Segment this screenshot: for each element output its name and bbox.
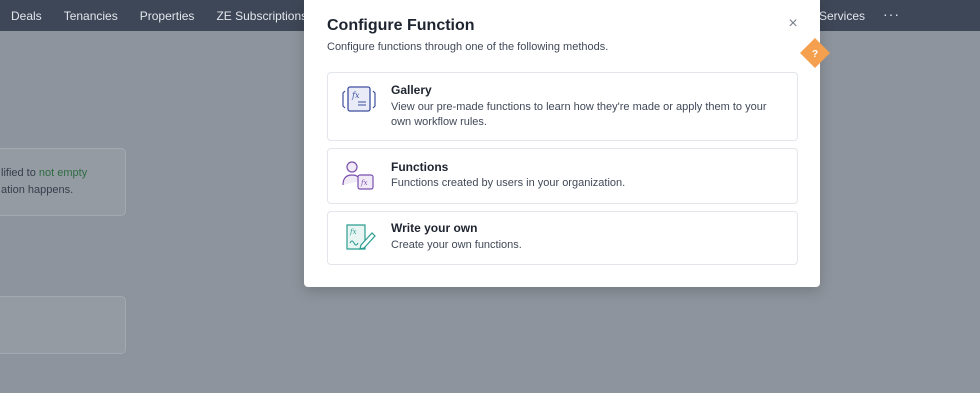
nav-right-group: Services ···	[819, 0, 900, 31]
close-icon[interactable]: ×	[787, 16, 799, 32]
nav-item-ze-subscriptions[interactable]: ZE Subscriptions	[216, 9, 307, 23]
help-label: ?	[812, 49, 818, 60]
configure-function-dialog: Configure Function Configure functions t…	[304, 0, 830, 287]
background-criteria-line1: lified to not empty	[1, 167, 87, 179]
option-write-your-own-title: Write your own	[391, 221, 478, 235]
nav-item-tenancies[interactable]: Tenancies	[64, 9, 118, 23]
background-criteria-line2: ation happens.	[1, 184, 74, 196]
write-function-icon: fx	[346, 224, 376, 250]
svg-text:fx: fx	[351, 91, 360, 100]
option-gallery-title: Gallery	[391, 83, 432, 97]
nav-item-properties[interactable]: Properties	[140, 9, 195, 23]
option-gallery[interactable]: fx Gallery View our pre-made functions t…	[327, 72, 798, 141]
gallery-function-icon: fx	[342, 86, 376, 112]
dialog-title: Configure Function	[327, 17, 475, 34]
more-menu-icon[interactable]: ···	[883, 7, 900, 21]
svg-text:fx: fx	[360, 179, 368, 187]
help-icon[interactable]: ?	[800, 38, 830, 68]
background-criteria-card: lified to not empty ation happens.	[0, 148, 126, 216]
dialog-subtitle: Configure functions through one of the f…	[327, 41, 609, 53]
background-criteria-highlight: not empty	[38, 167, 88, 179]
svg-text:fx: fx	[349, 228, 357, 236]
option-write-your-own-description: Create your own functions.	[391, 239, 522, 251]
option-functions[interactable]: fx Functions Functions created by users …	[327, 148, 798, 204]
option-functions-description: Functions created by users in your organ…	[391, 177, 626, 189]
option-gallery-description: View our pre-made functions to learn how…	[391, 101, 767, 128]
user-function-icon: fx	[342, 161, 374, 190]
option-write-your-own[interactable]: fx Write your own Create your own functi…	[327, 211, 798, 265]
option-functions-title: Functions	[391, 160, 449, 174]
background-action-card	[0, 296, 126, 354]
nav-item-deals[interactable]: Deals	[11, 9, 42, 23]
nav-item-services[interactable]: Services	[819, 9, 865, 23]
background-criteria-text: lified to	[1, 167, 39, 179]
